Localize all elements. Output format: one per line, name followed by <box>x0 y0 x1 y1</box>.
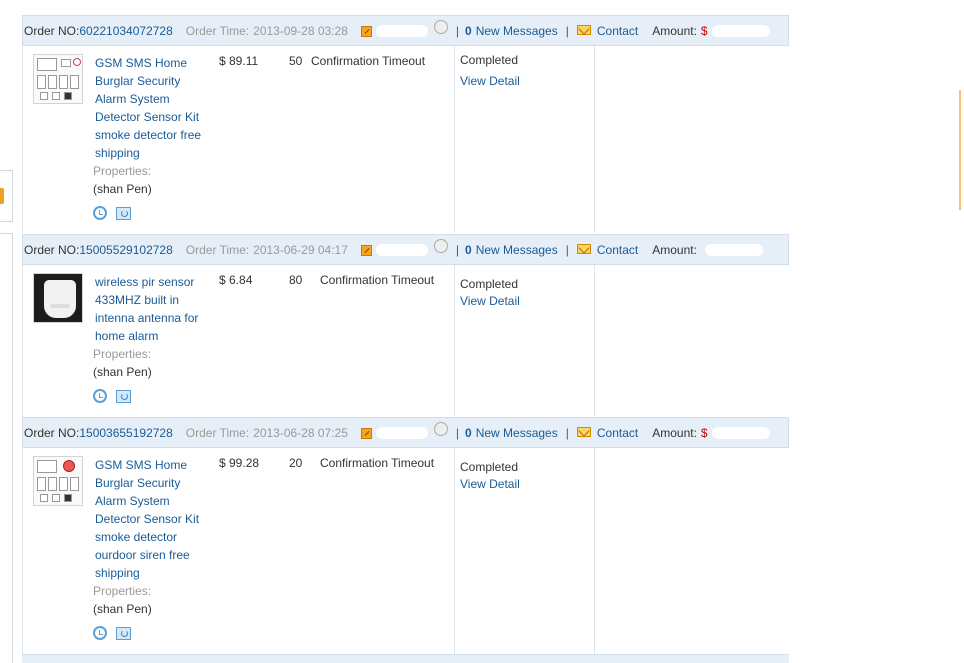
order-no-link[interactable]: 60221034072728 <box>79 24 172 38</box>
message-count[interactable]: 0 <box>465 24 472 38</box>
redacted-amount <box>704 243 763 256</box>
envelope-icon[interactable] <box>576 426 591 437</box>
redacted-buyer-name <box>375 243 428 256</box>
confirmation-status: Confirmation Timeout <box>311 54 426 68</box>
product-title-link[interactable]: GSM SMS Home Burglar Security Alarm Syst… <box>95 456 211 582</box>
row-action-icons <box>93 626 131 640</box>
order-no-label: Order NO: <box>24 23 80 38</box>
amount-label: Amount: <box>652 23 697 38</box>
memo-icon[interactable] <box>360 428 372 439</box>
order-header: Order NO: 15005529102728 Order Time: 201… <box>22 234 789 265</box>
order-no-link[interactable]: 15003655192728 <box>79 426 172 440</box>
amount-currency: $ <box>700 23 708 38</box>
column-divider <box>454 265 455 417</box>
amount-currency: $ <box>700 425 708 440</box>
product-title-link[interactable]: GSM SMS Home Burglar Security Alarm Syst… <box>95 54 211 162</box>
order-time-value: 2013-06-29 04:17 <box>253 242 348 257</box>
quantity: 20 <box>289 456 303 470</box>
left-panel-edge <box>0 0 13 663</box>
properties-label: Properties: <box>93 164 152 178</box>
order-header: Order NO: 15003655192728 Order Time: 201… <box>22 417 789 448</box>
amount-label: Amount: <box>652 425 697 440</box>
memo-icon[interactable] <box>360 245 372 256</box>
order-time-value: 2013-09-28 03:28 <box>253 23 348 38</box>
row-action-icons <box>93 389 131 403</box>
amount-label: Amount: <box>652 242 697 257</box>
order-no-link[interactable]: 15005529102728 <box>79 243 172 257</box>
order-status: Completed <box>460 460 519 474</box>
order-body: GSM SMS Home Burglar Security Alarm Syst… <box>22 448 789 654</box>
properties-value: (shan Pen) <box>93 182 152 196</box>
view-detail-link[interactable]: View Detail <box>460 477 520 491</box>
refresh-icon[interactable] <box>116 627 131 640</box>
refresh-icon[interactable] <box>116 207 131 220</box>
column-divider <box>594 448 595 654</box>
separator: | <box>565 23 569 38</box>
unit-price: $ 99.28 <box>219 456 260 470</box>
redacted-amount <box>711 24 770 37</box>
properties-value: (shan Pen) <box>93 365 152 379</box>
new-messages-link[interactable]: New Messages <box>476 426 558 440</box>
alarm-clock-icon[interactable] <box>93 626 107 640</box>
order-body: wireless pir sensor 433MHZ built in inte… <box>22 265 789 417</box>
column-divider <box>594 265 595 417</box>
buyer-face-icon[interactable] <box>433 238 448 253</box>
separator: | <box>565 242 569 257</box>
contact-link[interactable]: Contact <box>597 24 638 38</box>
order-time-label: Order Time: <box>185 242 250 257</box>
separator: | <box>565 425 569 440</box>
order-status: Completed <box>460 277 519 291</box>
product-thumbnail[interactable] <box>33 273 83 323</box>
unit-price: $ 6.84 <box>219 273 253 287</box>
product-thumbnail[interactable] <box>33 54 83 104</box>
properties-value: (shan Pen) <box>93 602 152 616</box>
alarm-clock-icon[interactable] <box>93 389 107 403</box>
order-time-label: Order Time: <box>185 425 250 440</box>
separator: | <box>455 425 460 440</box>
alarm-clock-icon[interactable] <box>93 206 107 220</box>
buyer-face-icon[interactable] <box>433 421 448 436</box>
left-panel-tab[interactable] <box>0 188 4 204</box>
row-action-icons <box>93 206 131 220</box>
left-panel-border <box>0 233 13 663</box>
quantity: 50 <box>289 54 303 68</box>
view-detail-link[interactable]: View Detail <box>460 294 520 308</box>
column-divider <box>594 46 595 233</box>
buyer-face-icon[interactable] <box>433 19 448 34</box>
view-detail-link[interactable]: View Detail <box>460 74 520 88</box>
confirmation-status: Confirmation Timeout <box>320 273 435 287</box>
envelope-icon[interactable] <box>576 243 591 254</box>
order-time-label: Order Time: <box>185 23 250 38</box>
separator: | <box>455 242 460 257</box>
contact-link[interactable]: Contact <box>597 243 638 257</box>
message-count[interactable]: 0 <box>465 426 472 440</box>
right-scroll-mark <box>959 90 961 210</box>
order-no-label: Order NO: <box>24 242 80 257</box>
order-body: GSM SMS Home Burglar Security Alarm Syst… <box>22 46 789 233</box>
product-title-link[interactable]: wireless pir sensor 433MHZ built in inte… <box>95 273 211 345</box>
order-time-value: 2013-06-28 07:25 <box>253 425 348 440</box>
column-divider <box>454 448 455 654</box>
redacted-buyer-name <box>375 24 428 37</box>
order-header: Order NO: 60221034072728 Order Time: 201… <box>22 15 789 46</box>
redacted-buyer-name <box>375 426 428 439</box>
properties-label: Properties: <box>93 584 152 598</box>
memo-icon[interactable] <box>360 26 372 37</box>
message-count[interactable]: 0 <box>465 243 472 257</box>
new-messages-link[interactable]: New Messages <box>476 243 558 257</box>
order-status: Completed <box>460 53 519 67</box>
contact-link[interactable]: Contact <box>597 426 638 440</box>
confirmation-status: Confirmation Timeout <box>320 456 435 470</box>
order-no-label: Order NO: <box>24 425 80 440</box>
redacted-amount <box>711 426 770 439</box>
product-thumbnail[interactable] <box>33 456 83 506</box>
new-messages-link[interactable]: New Messages <box>476 24 558 38</box>
properties-label: Properties: <box>93 347 152 361</box>
quantity: 80 <box>289 273 303 287</box>
column-divider <box>454 46 455 233</box>
unit-price: $ 89.11 <box>219 54 259 68</box>
envelope-icon[interactable] <box>576 24 591 35</box>
separator: | <box>455 23 460 38</box>
refresh-icon[interactable] <box>116 390 131 403</box>
